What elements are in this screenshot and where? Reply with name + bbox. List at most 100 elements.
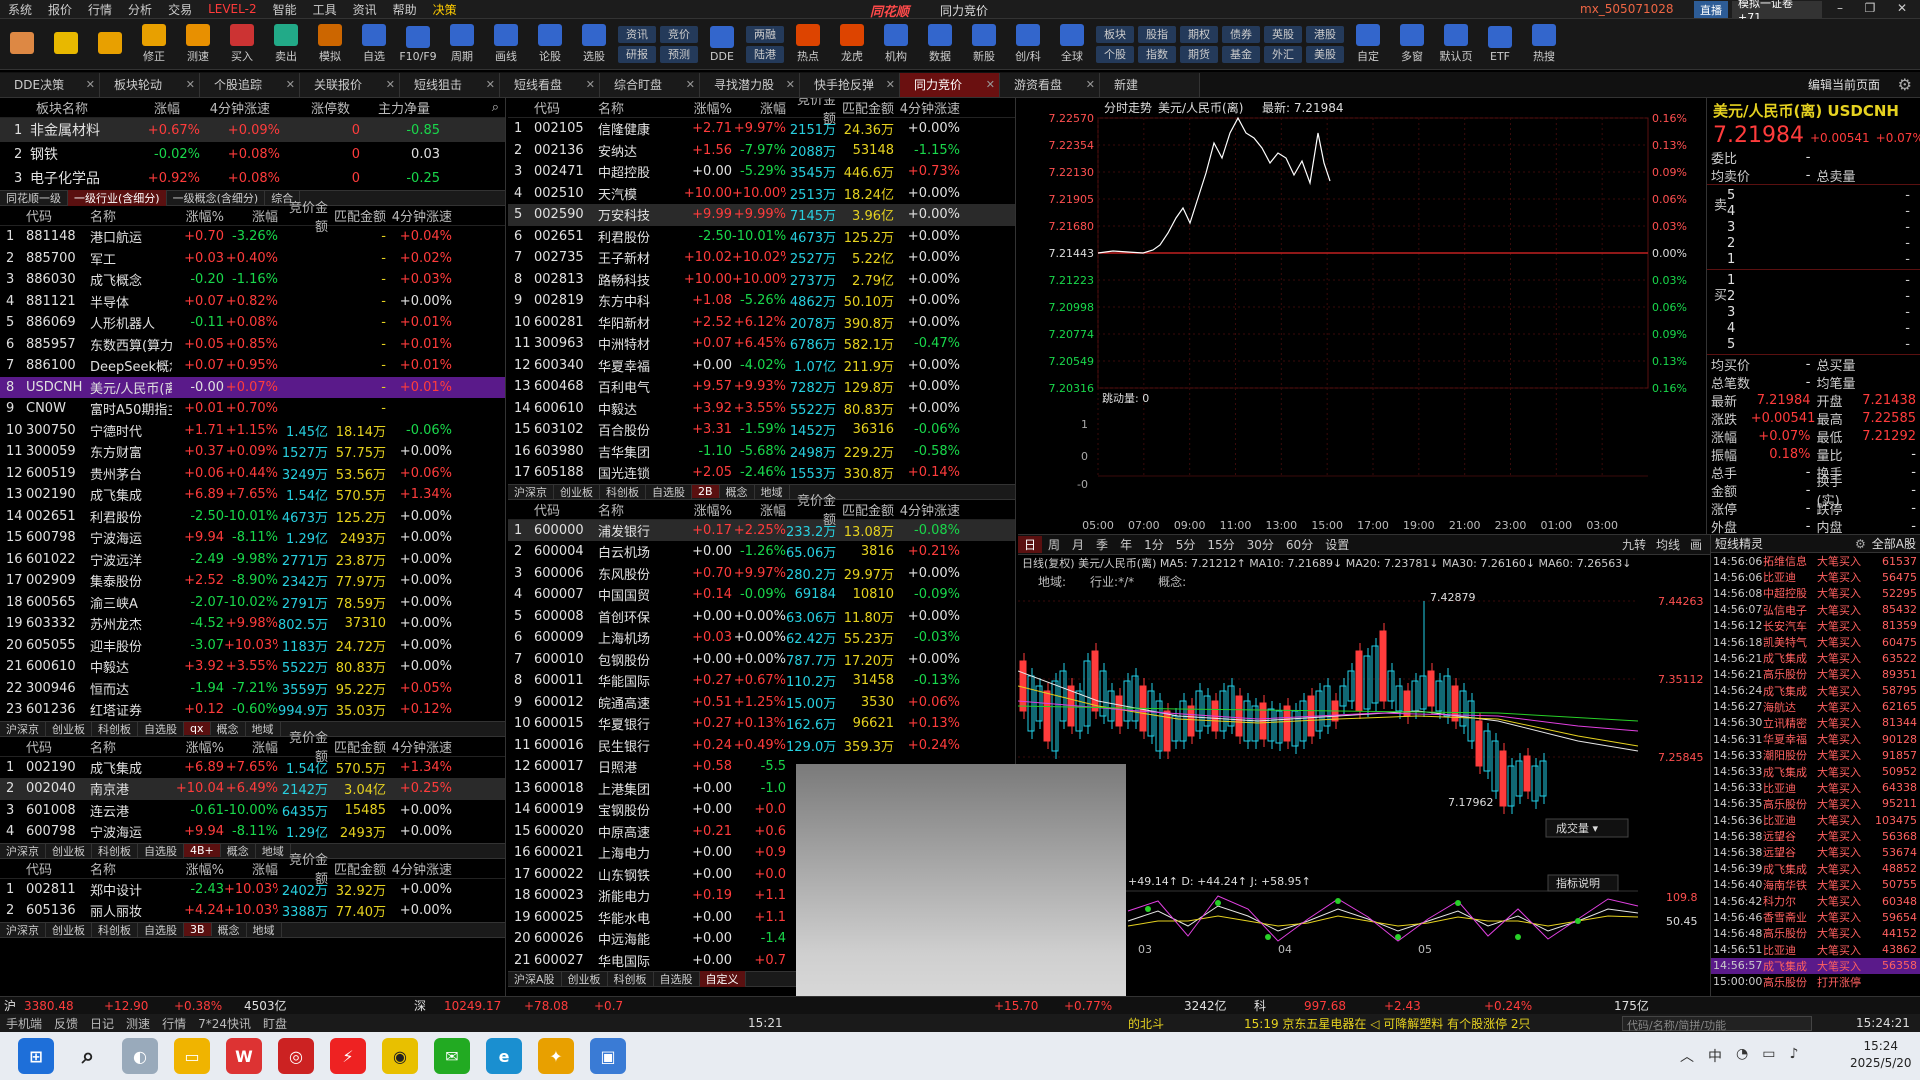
table-row[interactable]: 1 非金属材料 +0.67% +0.09% 0 -0.85 [0, 118, 505, 142]
app-orange-icon[interactable]: ✦ [538, 1038, 574, 1074]
volume-icon[interactable]: ♪ [1789, 1046, 1798, 1066]
search-icon[interactable]: ⌕ [70, 1038, 106, 1074]
network-icon[interactable]: ▭ [1762, 1046, 1775, 1066]
column-header[interactable]: 涨幅% [172, 206, 224, 225]
period-0[interactable]: 日 [1018, 536, 1043, 553]
toolbar-back-button[interactable] [44, 20, 88, 68]
table-row[interactable]: 2 605136 丽人丽妆 +4.24+10.03%3388万 77.40万 +0.00% [0, 900, 505, 922]
table-row[interactable]: 4 600007 中国国贸 +0.14 -0.09% 69184 10810 -0.09% [508, 584, 1015, 606]
menu-item-3[interactable]: 分析 [120, 1, 160, 18]
column-header[interactable]: 涨幅% [680, 98, 732, 117]
toolbar-chuang-button[interactable]: 创/科 [1006, 20, 1050, 68]
toolbar-pair-bottom[interactable]: 期货 [1180, 45, 1218, 63]
table-row[interactable]: 15 600798 宁波海运 +9.94 -8.11% 1.29亿 2493万 +0.00% [0, 527, 505, 549]
toolbar-grid-button[interactable] [0, 20, 44, 68]
news-ticker[interactable]: 15:19 京东五星电器在 ◁ 可降解塑料 有个股涨停 2只 [1244, 1015, 1531, 1032]
toolbar-new-button[interactable]: 新股 [962, 20, 1006, 68]
menu-item-2[interactable]: 行情 [80, 1, 120, 18]
status-link-2[interactable]: 日记 [84, 1015, 120, 1032]
toolbar-pen-button[interactable]: 画线 [484, 20, 528, 68]
table-row[interactable]: 7 886100 DeepSeek概念 +0.07+0.95% -+0.01% [0, 355, 505, 377]
table-row[interactable]: 18 600565 渝三峡A -2.07 -10.02% 2791万 78.59万 +0.00… [0, 592, 505, 614]
shortline-row[interactable]: 14:56:24 成飞集成 大笔买入 58795 [1711, 683, 1920, 699]
status-link-3[interactable]: 测速 [120, 1015, 156, 1032]
tonghuashun-icon[interactable]: ◎ [278, 1038, 314, 1074]
column-header[interactable]: 涨幅 [224, 859, 278, 878]
table-row[interactable]: 1 600000 浦发银行 +0.17 +2.25% 233.2万 13.08万 -0.08% [508, 519, 1015, 541]
menu-item-10[interactable]: 决策 [425, 1, 465, 18]
table-row[interactable]: 21 600610 中毅达 +3.92 +3.55% 5522万 80.83万 +0.00% [0, 656, 505, 678]
status-link-1[interactable]: 反馈 [48, 1015, 84, 1032]
table-row[interactable]: 13 002190 成飞集成 +6.89 +7.65% 1.54亿 570.5万 +1.34% [0, 484, 505, 506]
table-row[interactable]: 6 002651 利君股份 -2.50 -10.01% 4673万 125.2万 +0.00% [508, 226, 1015, 248]
table-row[interactable]: 16 601022 宁波远洋 -2.49 -9.98% 2771万 23.87万 +0.00% [0, 549, 505, 571]
toolbar-hot-button[interactable]: 热搜 [1522, 20, 1566, 68]
close-icon[interactable]: ✕ [486, 78, 495, 91]
subtab-2[interactable]: 科创板 [600, 483, 646, 500]
restore-icon[interactable]: ❐ [1856, 1, 1884, 18]
toolbar-pair-button[interactable]: 英股 外汇 [1262, 20, 1304, 68]
period-1[interactable]: 周 [1042, 536, 1066, 553]
tab-11[interactable]: 新建 [1100, 72, 1200, 97]
tab-3[interactable]: 关联报价 ✕ [300, 72, 400, 97]
table-row[interactable]: 1 002105 信隆健康 +2.71 +9.97% 2151万 24.36万 +0.00% [508, 118, 1015, 140]
column-header[interactable]: 涨停数 [270, 98, 350, 117]
toolbar-sell-button[interactable]: 卖出 [264, 20, 308, 68]
table-row[interactable]: 9 CN0W 富时A50期指主连 +0.01+0.70% - [0, 398, 505, 420]
subtab-3[interactable]: 自选股 [138, 921, 184, 938]
column-header[interactable]: 名称 [598, 98, 680, 117]
minimize-icon[interactable]: – [1826, 1, 1854, 18]
column-header[interactable]: 匹配金额 [836, 500, 894, 519]
toolbar-dragon-button[interactable]: 龙虎 [830, 20, 874, 68]
table-row[interactable]: 2 885700 军工 +0.03 +0.40% - +0.02% [0, 248, 505, 270]
table-row[interactable]: 16 603980 吉华集团 -1.10 -5.68% 2498万 229.2万 -0.58% [508, 441, 1015, 463]
table-row[interactable]: 2 600004 白云机场 +0.00 -1.26% 65.06万 3816 +0.21% [508, 541, 1015, 563]
kline-btn-0[interactable]: 九转 [1622, 536, 1646, 553]
column-header[interactable]: 涨幅 [224, 737, 278, 756]
toolbar-pair-top[interactable]: 两融 [746, 25, 784, 43]
close-icon[interactable]: ✕ [686, 78, 695, 91]
status-link-4[interactable]: 行情 [156, 1015, 192, 1032]
subtab-5[interactable]: 概念 [211, 720, 246, 737]
toolbar-pair-button[interactable]: 竞价 预测 [658, 20, 700, 68]
subtab-2[interactable]: 科创板 [92, 842, 138, 859]
column-header[interactable]: 匹配金额 [328, 859, 386, 878]
table-row[interactable]: 7 002735 王子新材 +10.02+10.02%2527万 5.22亿 +0.00% [508, 247, 1015, 269]
toolbar-pair-bottom[interactable]: 预测 [660, 45, 698, 63]
edge-icon[interactable]: e [486, 1038, 522, 1074]
shortline-row[interactable]: 14:56:57 成飞集成 大笔买入 56358 [1711, 957, 1920, 974]
folder-icon[interactable]: ▭ [174, 1038, 210, 1074]
toolbar-pair-top[interactable]: 资讯 [618, 25, 656, 43]
shortline-row[interactable]: 14:56:33 成飞集成 大笔买入 50952 [1711, 763, 1920, 779]
toolbar-pair-button[interactable]: 债券 基金 [1220, 20, 1262, 68]
shortline-row[interactable]: 14:56:33 比亚迪 大笔买入 64338 [1711, 780, 1920, 796]
wps-icon[interactable]: W [226, 1038, 262, 1074]
tab-8[interactable]: 快手抢反弹 ✕ [800, 72, 900, 97]
column-header[interactable]: 4分钟涨速 [386, 859, 452, 878]
shortline-row[interactable]: 14:56:21 成飞集成 大笔买入 63522 [1711, 650, 1920, 666]
toolbar-pair-bottom[interactable]: 外汇 [1264, 45, 1302, 63]
subtab-6[interactable]: 地域 [246, 720, 281, 737]
tab-9[interactable]: 同力竞价 ✕ [900, 72, 1000, 97]
column-header[interactable]: 涨幅 [732, 98, 786, 117]
column-header[interactable]: 板块名称 [0, 98, 110, 117]
column-header[interactable]: 匹配金额 [328, 206, 386, 225]
period-2[interactable]: 月 [1066, 536, 1090, 553]
shortline-row[interactable]: 14:56:12 长安汽车 大笔买入 81359 [1711, 618, 1920, 634]
toolbar-pair-top[interactable]: 股指 [1138, 25, 1176, 43]
close-icon[interactable]: ✕ [286, 78, 295, 91]
shortline-row[interactable]: 14:56:42 科力尔 大笔买入 60348 [1711, 893, 1920, 909]
subtab-0[interactable]: 沪深京 [0, 720, 46, 737]
table-row[interactable]: 3 600006 东风股份 +0.70 +9.97% 280.2万 29.97万 +0.00% [508, 563, 1015, 585]
menu-item-6[interactable]: 智能 [265, 1, 305, 18]
toolbar-globe-button[interactable]: 全球 [1050, 20, 1094, 68]
menu-item-5[interactable]: LEVEL-2 [200, 2, 265, 16]
table-row[interactable]: 12 600340 华夏幸福 +0.00 -4.02% 1.07亿 211.9万 +0.00% [508, 355, 1015, 377]
toolbar-updown-button[interactable] [88, 20, 132, 68]
column-header[interactable]: 主力净量 [350, 98, 430, 117]
toolbar-pair-bottom[interactable]: 个股 [1096, 45, 1134, 63]
subtab-5[interactable]: 概念 [212, 921, 247, 938]
column-header[interactable]: 4分钟涨速 [894, 98, 960, 117]
column-header[interactable]: 涨幅% [172, 859, 224, 878]
subtab-0[interactable]: 同花顺一级 [0, 190, 68, 206]
